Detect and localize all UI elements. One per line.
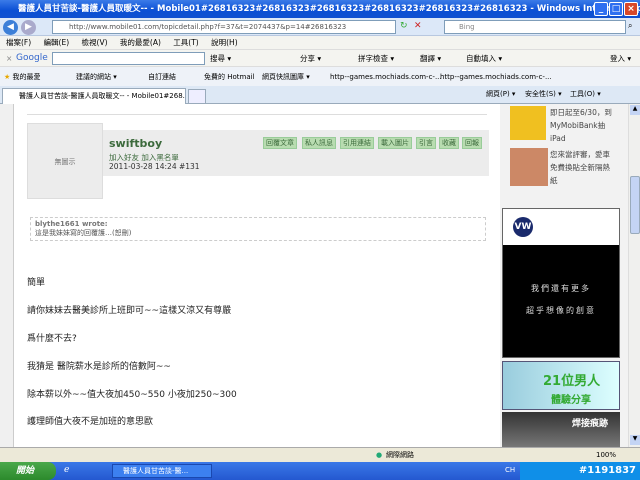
tab-active[interactable]: 醫護人員甘苦談-醫護人員取暖文-- - Mobile01#268... [2,88,186,104]
google-search-button[interactable]: 搜尋 ▾ [210,50,231,67]
fav-suggested-sites[interactable]: 建議的網站 ▾ [76,67,117,87]
refresh-icon[interactable]: ↻ [400,21,408,31]
avatar: 無圖示 [27,123,103,199]
google-logo: Google [16,53,48,63]
favorites-button[interactable]: 我的最愛 [13,73,41,81]
post-date: 2011-03-28 14:24 #131 [109,162,200,171]
scroll-down-button[interactable]: ▼ [630,435,640,445]
fav-link-2[interactable]: http--games.mochiads.com-c-... [440,67,552,87]
page-menu[interactable]: 網頁(P) ▾ [486,89,515,99]
taskbar: 開始 ℯ 醫護人員甘苦談-醫... CH #1191837 [0,462,640,480]
scroll-up-button[interactable]: ▲ [630,105,640,115]
minimize-button[interactable]: _ [594,2,608,16]
menu-tools[interactable]: 工具(T) [173,38,198,47]
taskbar-ie-window[interactable]: 醫護人員甘苦談-醫... [112,464,212,478]
weld-ad-text: 焊接痕跡 [572,419,609,429]
post-line: 我猜是 醫院薪水是診所的倍數阿~~ [27,362,171,372]
zone-text: 網際網路 [386,451,414,459]
quote-text: 這是我妹妹寫的回覆護…(恕刪) [35,229,132,237]
vertical-scrollbar[interactable]: ▲ ▼ [628,104,640,447]
quote-link-button[interactable]: 引用連結 [340,137,374,149]
pm-button[interactable]: 私人訊息 [302,137,336,149]
back-button[interactable]: ◀ [3,20,18,35]
translate-button[interactable]: 翻譯 ▾ [420,50,441,67]
menu-help[interactable]: 說明(H) [211,38,238,47]
menu-view[interactable]: 檢視(V) [82,38,108,47]
menu-file[interactable]: 檔案(F) [6,38,31,47]
tab-bar: 醫護人員甘苦談-醫護人員取暖文-- - Mobile01#268... 網頁(P… [0,86,640,104]
divider [27,114,487,115]
post-line: 請你妹妹去醫美診所上班即可~~這樣又涼又有尊嚴 [27,306,232,316]
vw-ad-line1: 我們還有更多 [531,284,591,293]
spellcheck-button[interactable]: 拼字檢查 ▾ [358,50,394,67]
status-bar: ● 網際網路 100% [0,447,640,462]
stop-icon[interactable]: ✕ [414,21,422,31]
page-left-edge [0,104,14,447]
new-tab-button[interactable] [188,89,206,104]
fav-hotmail[interactable]: 免費的 Hotmail [204,67,255,87]
3m-ad-image[interactable] [510,148,548,186]
men-experience-ad[interactable]: 21位男人 體驗分享 [502,361,620,410]
report-button[interactable]: 回報 [462,137,482,149]
maximize-button[interactable]: □ [609,2,623,16]
ipad-ad-image[interactable] [510,106,546,140]
signin-button[interactable]: 登入 ▾ [610,50,631,67]
fav-link-1[interactable]: http--games.mochiads.com-c-... [330,67,442,87]
weld-ad[interactable]: 焊接痕跡 [502,412,620,447]
tray-id-text: #1191837 [578,465,636,476]
ad21-subline: 體驗分享 [551,395,591,406]
safety-menu[interactable]: 安全性(S) ▾ [525,89,562,99]
load-images-button[interactable]: 載入圖片 [378,137,412,149]
autofill-button[interactable]: 自動填入 ▾ [466,50,502,67]
vw-ad-header: VW [503,209,619,245]
ipad-ad-text[interactable]: 即日起至6/30，到MyMobiBank抽iPad [550,106,614,145]
forward-button[interactable]: ▶ [21,20,36,35]
quote-button[interactable]: 引言 [416,137,436,149]
language-indicator[interactable]: CH [505,466,515,474]
google-search-input[interactable] [52,52,205,65]
username[interactable]: swiftboy [109,137,162,150]
vw-logo: VW [513,217,533,237]
start-button[interactable]: 開始 [0,462,56,480]
post-line: 除本薪以外~~值大夜加450~550 小夜加250~300 [27,390,237,400]
vw-ad[interactable]: VW 我們還有更多 超乎想像的創意 [502,208,620,358]
title-bar: 醫護人員甘苦談-醫護人員取暖文-- - Mobile01#26816323#26… [0,0,640,18]
3m-ad-text[interactable]: 您來當評審，愛車免費換貼全新隔熱紙 [550,148,614,187]
menu-edit[interactable]: 編輯(E) [44,38,70,47]
quicklaunch-ie-icon[interactable]: ℯ [64,465,69,475]
reply-button[interactable]: 回覆文章 [263,137,297,149]
menu-bar: 檔案(F) 編輯(E) 檢視(V) 我的最愛(A) 工具(T) 說明(H) [0,36,640,49]
post-header: swiftboy 加入好友 加入黑名單 2011-03-28 14:24 #13… [103,130,489,176]
scroll-thumb[interactable] [630,176,640,234]
post-line: 護理師值大夜不是加班的意思歐 [27,417,154,427]
page-content: 無圖示 swiftboy 加入好友 加入黑名單 2011-03-28 14:24… [0,104,628,447]
address-bar: ◀ ▶ http://www.mobile01.com/topicdetail.… [0,18,640,36]
tools-menu[interactable]: 工具(O) ▾ [570,89,601,99]
window-title: 醫護人員甘苦談-醫護人員取暖文-- - Mobile01#26816323#26… [18,4,640,14]
bookmark-button[interactable]: 收藏 [439,137,459,149]
post-line: 簡單 [27,278,46,288]
post-line: 爲什麼不去? [27,334,77,344]
ad21-headline: 21位男人 [543,374,601,389]
system-tray: #1191837 [520,462,640,480]
star-icon: ★ [4,73,11,81]
quote-author: blythe1661 wrote: [35,220,108,228]
search-icon[interactable]: ⌕ [628,21,632,31]
search-input[interactable]: Bing [444,20,626,34]
share-button[interactable]: 分享 ▾ [300,50,321,67]
menu-favorites[interactable]: 我的最愛(A) [120,38,161,47]
close-button[interactable]: × [624,2,638,16]
url-input[interactable]: http://www.mobile01.com/topicdetail.php?… [52,20,396,34]
vw-ad-line2: 超乎想像的創意 [526,306,596,315]
fav-custom-links[interactable]: 自訂連結 [148,67,176,87]
quote-box: blythe1661 wrote: 這是我妹妹寫的回覆護…(恕刪) [30,217,486,241]
globe-icon: ● [376,451,383,459]
favorites-bar: ★ 我的最愛 建議的網站 ▾ 自訂連結 免費的 Hotmail 網頁快訊圖庫 ▾… [0,66,640,86]
google-toolbar: × Google 搜尋 ▾ 分享 ▾ 拼字檢查 ▾ 翻譯 ▾ 自動填入 ▾ 登入… [0,49,640,66]
close-toolbar-icon[interactable]: × [6,50,12,67]
fav-web-slice[interactable]: 網頁快訊圖庫 ▾ [262,67,310,87]
zoom-level[interactable]: 100% [596,448,616,462]
ad-sidebar: 即日起至6/30，到MyMobiBank抽iPad 您來當評審，愛車免費換貼全新… [500,104,628,447]
